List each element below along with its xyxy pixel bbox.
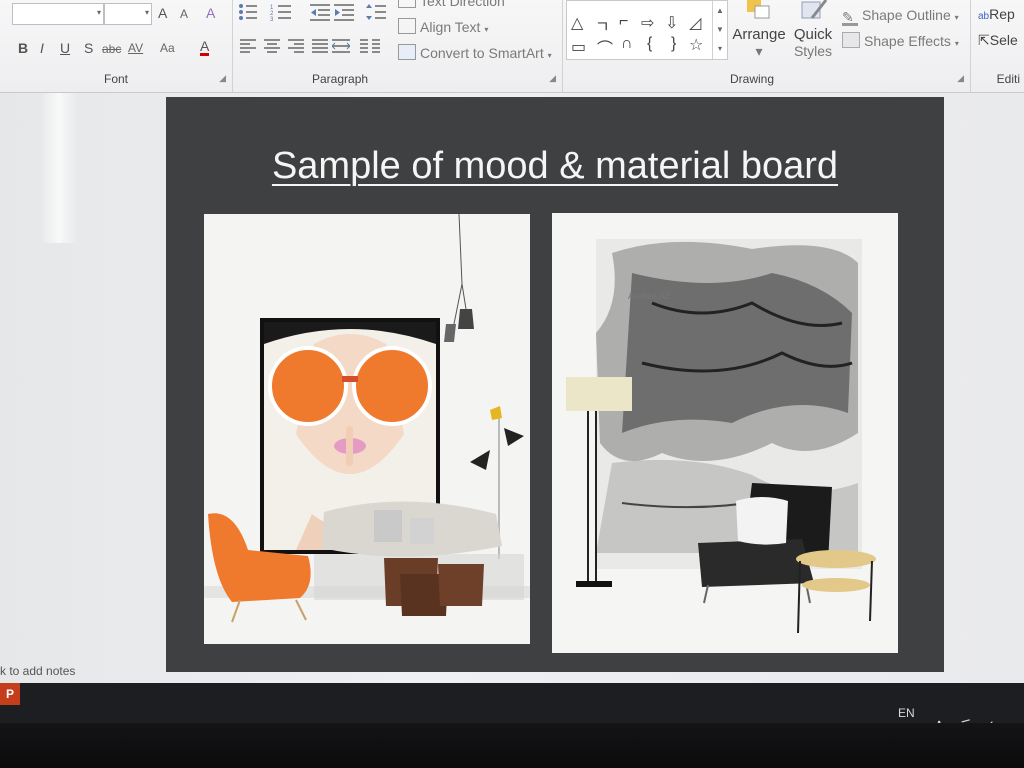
left-mood-board[interactable] [204, 214, 530, 644]
taskbar [0, 683, 1024, 723]
star-shape-icon[interactable]: ☆ [689, 35, 703, 55]
smartart-icon [398, 44, 416, 60]
quick-styles-icon [801, 0, 828, 19]
justify-icon[interactable] [312, 38, 328, 54]
rectangle-shape-icon[interactable]: ▭ [571, 37, 586, 57]
paragraph-group-label: Paragraph [312, 72, 369, 86]
shape-effects-icon [842, 32, 860, 48]
clear-formatting-button[interactable]: A [206, 5, 215, 21]
elbow-connector-icon[interactable]: ㄱ [595, 13, 610, 37]
convert-smartart-button[interactable]: Convert to SmartArt ▾ [398, 44, 552, 61]
text-direction-icon [398, 0, 416, 8]
increase-indent-icon[interactable] [334, 3, 354, 21]
screen-glare [40, 93, 78, 243]
align-center-icon[interactable] [264, 38, 280, 54]
slide[interactable]: Sample of mood & material board Andrea A… [166, 97, 944, 672]
distributed-icon[interactable] [332, 38, 350, 54]
italic-button[interactable]: I [40, 40, 44, 56]
editing-group: abRep ⇱Sele Editi [970, 0, 1024, 92]
replace-button[interactable]: abRep [978, 6, 1015, 22]
columns-icon[interactable] [360, 38, 380, 54]
svg-text:3: 3 [270, 17, 274, 21]
drawing-group-label: Drawing [729, 72, 774, 86]
gallery-more-icon[interactable]: ▾ [713, 39, 727, 58]
right-mood-board-image: Andrea AE [552, 213, 898, 653]
arrange-button[interactable]: Arrange ▾ [732, 0, 786, 60]
align-right-icon[interactable] [288, 38, 304, 54]
align-text-button[interactable]: Align Text ▾ [398, 18, 488, 35]
font-color-button[interactable]: A [200, 39, 210, 56]
notes-placeholder[interactable]: k to add notes [0, 664, 75, 678]
right-brace-icon[interactable]: } [671, 35, 676, 53]
right-mood-board[interactable]: Andrea AE [552, 213, 898, 653]
powerpoint-taskbar-icon[interactable]: P [0, 683, 20, 705]
paragraph-dialog-launcher-icon[interactable]: ◢ [549, 73, 556, 84]
slide-title[interactable]: Sample of mood & material board [166, 145, 944, 188]
shape-effects-button[interactable]: Shape Effects ▾ [842, 32, 959, 49]
numbering-icon[interactable]: 123 [270, 3, 292, 21]
gallery-up-icon[interactable]: ▲ [713, 1, 727, 20]
shape-outline-button[interactable]: ✎ Shape Outline ▾ [842, 7, 959, 26]
line-spacing-icon[interactable] [366, 2, 386, 22]
change-case-button[interactable]: Aa [160, 41, 175, 55]
ribbon: ▾ ▾ A A A B I U S abc AV Aa A Font ◢ 123 [0, 0, 1024, 93]
map-label: Andrea AE [628, 291, 671, 301]
down-arrow-shape-icon[interactable]: ⇩ [665, 13, 678, 33]
character-spacing-button[interactable]: AV [128, 41, 143, 55]
bold-button[interactable]: B [18, 40, 28, 56]
grow-font-button[interactable]: A [158, 5, 167, 21]
shrink-font-button[interactable]: A [180, 7, 188, 21]
align-left-icon[interactable] [240, 38, 256, 54]
underline-button[interactable]: U [60, 40, 70, 56]
triangle-shape-icon[interactable]: △ [571, 13, 583, 33]
left-brace-icon[interactable]: { [647, 35, 652, 53]
wave-shape-icon[interactable]: ∩ [621, 35, 633, 53]
font-group: ▾ ▾ A A A B I U S abc AV Aa A Font ◢ [0, 0, 233, 92]
gallery-scrollbar[interactable]: ▲ ▼ ▾ [712, 1, 727, 59]
font-name-box[interactable]: ▾ [12, 3, 104, 25]
elbow-arrow-icon[interactable]: ⌐ [619, 13, 628, 31]
callout-shape-icon[interactable]: ◿ [689, 13, 701, 33]
replace-icon: ab [978, 11, 990, 22]
right-arrow-shape-icon[interactable]: ⇨ [641, 13, 654, 33]
bullets-icon[interactable] [238, 3, 258, 21]
monitor-bezel [0, 723, 1024, 768]
shapes-gallery[interactable]: △ ㄱ ⌐ ⇨ ⇩ ◿ ▭ ⌒ ∩ { } ☆ ▲ ▼ ▾ [566, 0, 728, 60]
font-group-label: Font [103, 72, 128, 86]
font-dialog-launcher-icon[interactable]: ◢ [219, 73, 226, 84]
select-button[interactable]: ⇱Sele [978, 32, 1018, 49]
left-mood-board-image [204, 214, 530, 644]
drawing-dialog-launcher-icon[interactable]: ◢ [957, 73, 964, 84]
paragraph-group: 123 Text Direction Align Text ▾ Convert … [232, 0, 563, 92]
language-indicator[interactable]: EN [898, 706, 915, 720]
quick-styles-button[interactable]: Quick Styles [790, 0, 836, 59]
cursor-icon: ⇱ [978, 32, 990, 48]
decrease-indent-icon[interactable] [310, 3, 330, 21]
font-size-box[interactable]: ▾ [104, 3, 152, 25]
arrange-icon [747, 0, 770, 19]
strikethrough-button[interactable]: abc [102, 42, 121, 56]
align-text-icon [398, 18, 416, 34]
arrange-dropdown-icon: ▾ [755, 43, 763, 59]
shadow-button[interactable]: S [84, 40, 93, 56]
text-direction-button[interactable]: Text Direction [398, 0, 505, 9]
arc-shape-icon[interactable]: ⌒ [597, 35, 613, 59]
editing-group-label: Editi [996, 72, 1020, 86]
gallery-down-icon[interactable]: ▼ [713, 20, 727, 39]
shape-outline-icon: ✎ [842, 9, 858, 26]
